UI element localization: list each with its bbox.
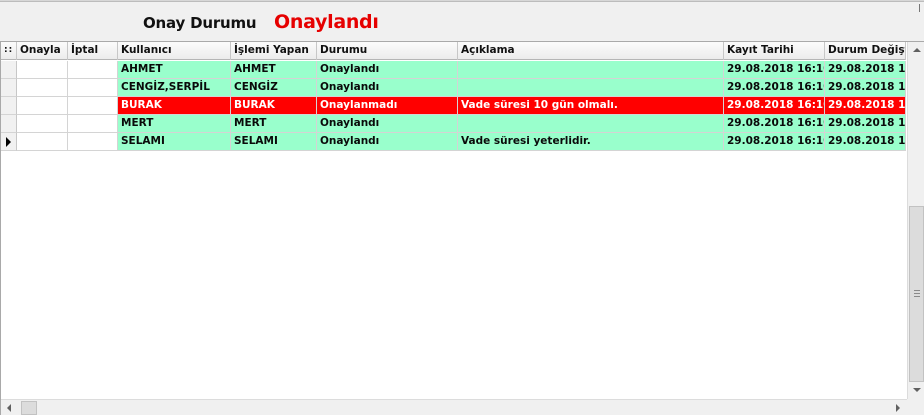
kullanici-cell[interactable]: CENGİZ,SERPİL <box>118 79 231 97</box>
durumu-cell[interactable]: Onaylandı <box>317 61 458 79</box>
aciklama-cell[interactable] <box>458 115 724 133</box>
islemi-yapan-cell[interactable]: BURAK <box>231 97 317 115</box>
durumu-cell[interactable]: Onaylandı <box>317 79 458 97</box>
grip-line <box>914 296 920 297</box>
column-header-kayit-tarihi[interactable]: Kayıt Tarihi <box>724 42 825 60</box>
aciklama-cell[interactable] <box>458 61 724 79</box>
aciklama-cell[interactable]: Vade süresi yeterlidir. <box>458 133 724 151</box>
chevron-left-icon <box>7 404 11 412</box>
kayit-tarihi-cell[interactable]: 29.08.2018 16:10: <box>724 79 825 97</box>
grid-rows: AHMET AHMET Onaylandı 29.08.2018 16:10: … <box>1 61 906 151</box>
approval-window: Onay Durumu Onaylandı :: Onayla İptal Ku… <box>0 0 924 415</box>
row-indicator[interactable] <box>1 79 17 97</box>
window-edge-tick <box>919 4 920 12</box>
onayla-cell[interactable] <box>17 61 68 79</box>
durumu-cell[interactable]: Onaylandı <box>317 133 458 151</box>
kayit-tarihi-cell[interactable]: 29.08.2018 16:10: <box>724 61 825 79</box>
onayla-cell[interactable] <box>17 133 68 151</box>
iptal-cell[interactable] <box>68 79 118 97</box>
column-header-aciklama[interactable]: Açıklama <box>458 42 724 60</box>
kullanici-cell[interactable]: BURAK <box>118 97 231 115</box>
islemi-yapan-cell[interactable]: AHMET <box>231 61 317 79</box>
table-row[interactable]: SELAMI SELAMI Onaylandı Vade süresi yete… <box>1 133 906 151</box>
onayla-cell[interactable] <box>17 97 68 115</box>
iptal-cell[interactable] <box>68 97 118 115</box>
column-header-durum-degistirme[interactable]: Durum Değişti <box>825 42 906 60</box>
table-row[interactable]: CENGİZ,SERPİL CENGİZ Onaylandı 29.08.201… <box>1 79 906 97</box>
scroll-down-button[interactable] <box>908 382 924 399</box>
table-row[interactable]: BURAK BURAK Onaylanmadı Vade süresi 10 g… <box>1 97 906 115</box>
horizontal-scroll-thumb[interactable] <box>21 401 37 415</box>
table-row[interactable]: MERT MERT Onaylandı 29.08.2018 16:10: 29… <box>1 115 906 133</box>
vertical-scroll-thumb[interactable] <box>909 206 924 382</box>
approval-status-value: Onaylandı <box>274 11 379 33</box>
iptal-cell[interactable] <box>68 133 118 151</box>
chevron-up-icon <box>913 48 921 52</box>
scroll-up-button[interactable] <box>908 42 924 59</box>
kullanici-cell[interactable]: SELAMI <box>118 133 231 151</box>
chevron-down-icon <box>913 388 921 392</box>
chevron-right-icon <box>896 404 900 412</box>
column-header-islemi-yapan[interactable]: İşlemi Yapan <box>231 42 317 60</box>
durum-degistirme-cell[interactable]: 29.08.2018 16: <box>825 97 906 115</box>
approval-status-label: Onay Durumu <box>143 14 257 32</box>
scroll-right-button[interactable] <box>890 400 907 415</box>
grip-line <box>914 293 920 294</box>
durum-degistirme-cell[interactable]: 29.08.2018 16: <box>825 79 906 97</box>
grid-header-row: :: Onayla İptal Kullanıcı İşlemi Yapan D… <box>1 42 906 60</box>
durumu-cell[interactable]: Onaylandı <box>317 115 458 133</box>
column-header-durumu[interactable]: Durumu <box>317 42 458 60</box>
row-indicator[interactable] <box>1 133 17 151</box>
aciklama-cell[interactable]: Vade süresi 10 gün olmalı. <box>458 97 724 115</box>
durum-degistirme-cell[interactable]: 29.08.2018 16: <box>825 133 906 151</box>
iptal-cell[interactable] <box>68 115 118 133</box>
durum-degistirme-cell[interactable]: 29.08.2018 16: <box>825 61 906 79</box>
row-indicator[interactable] <box>1 115 17 133</box>
approval-status-header: Onay Durumu Onaylandı <box>0 2 924 40</box>
durumu-cell[interactable]: Onaylanmadı <box>317 97 458 115</box>
durum-degistirme-cell[interactable]: 29.08.2018 16: <box>825 115 906 133</box>
column-header-iptal[interactable]: İptal <box>68 42 118 60</box>
table-row[interactable]: AHMET AHMET Onaylandı 29.08.2018 16:10: … <box>1 61 906 79</box>
column-header-kullanici[interactable]: Kullanıcı <box>118 42 231 60</box>
scrollbar-corner <box>907 399 924 415</box>
row-indicator-arrow-icon <box>6 137 11 147</box>
kayit-tarihi-cell[interactable]: 29.08.2018 16:10: <box>724 97 825 115</box>
row-indicator-header[interactable]: :: <box>1 42 17 60</box>
vertical-scrollbar[interactable] <box>907 42 924 399</box>
approval-grid[interactable]: :: Onayla İptal Kullanıcı İşlemi Yapan D… <box>0 41 924 415</box>
column-header-onayla[interactable]: Onayla <box>17 42 68 60</box>
aciklama-cell[interactable] <box>458 79 724 97</box>
islemi-yapan-cell[interactable]: MERT <box>231 115 317 133</box>
islemi-yapan-cell[interactable]: SELAMI <box>231 133 317 151</box>
iptal-cell[interactable] <box>68 61 118 79</box>
row-indicator[interactable] <box>1 97 17 115</box>
grip-line <box>914 290 920 291</box>
onayla-cell[interactable] <box>17 115 68 133</box>
scroll-left-button[interactable] <box>1 400 18 415</box>
kayit-tarihi-cell[interactable]: 29.08.2018 16:10: <box>724 115 825 133</box>
kullanici-cell[interactable]: AHMET <box>118 61 231 79</box>
islemi-yapan-cell[interactable]: CENGİZ <box>231 79 317 97</box>
row-indicator[interactable] <box>1 61 17 79</box>
onayla-cell[interactable] <box>17 79 68 97</box>
kullanici-cell[interactable]: MERT <box>118 115 231 133</box>
horizontal-scrollbar[interactable] <box>1 399 907 415</box>
kayit-tarihi-cell[interactable]: 29.08.2018 16:10: <box>724 133 825 151</box>
